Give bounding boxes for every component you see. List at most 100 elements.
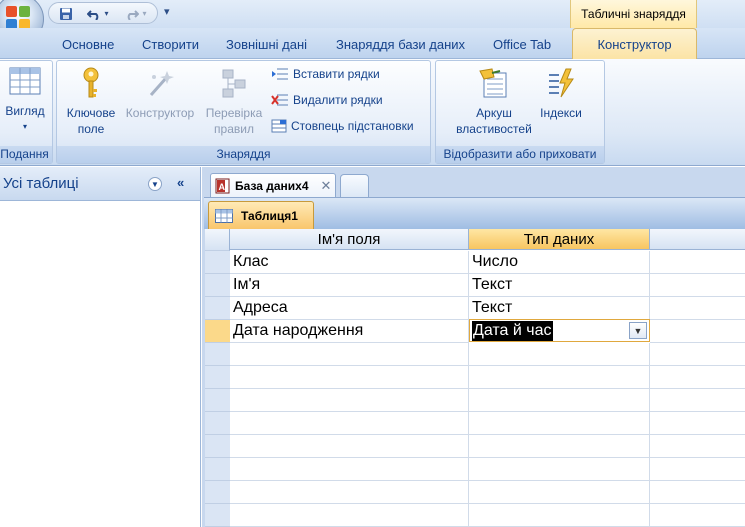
description-cell[interactable] [650,504,745,527]
tab-external-data[interactable]: Зовнішні дані [226,37,307,52]
document-tab[interactable]: A База даних4 ✕ [210,173,336,197]
undo-icon[interactable]: ▾ [81,5,115,22]
delete-rows-label: Видалити рядки [293,93,383,107]
tools-group: Ключове поле Конструктор Перевірка прави… [56,60,431,164]
field-name-cell[interactable]: Клас [230,251,469,274]
data-type-cell[interactable]: Число [469,251,650,274]
row-selector[interactable] [205,458,230,481]
description-cell[interactable] [650,481,745,504]
contextual-tab-group-label: Табличні знаряддя [570,0,697,28]
primary-key-button[interactable]: Ключове поле [61,67,121,137]
select-all-corner[interactable] [205,229,230,251]
description-cell[interactable] [650,435,745,458]
description-cell[interactable] [650,320,745,343]
field-name-cell[interactable] [230,504,469,527]
insert-rows-button[interactable]: Вставити рядки [271,67,380,81]
data-type-cell[interactable] [469,481,650,504]
customize-toolbar-icon[interactable]: ▾ [164,5,170,18]
key-icon [61,67,121,99]
navigation-pane-header[interactable]: Усі таблиці ▼ « [0,167,200,201]
navigation-pane-title: Усі таблиці [3,175,79,192]
test-rules-label-1: Перевірка [205,106,263,120]
row-selector[interactable] [205,366,230,389]
test-rules-icon [201,67,267,99]
data-type-cell[interactable] [469,389,650,412]
row-selector[interactable] [205,435,230,458]
description-cell[interactable] [650,389,745,412]
field-name-cell[interactable] [230,435,469,458]
save-icon[interactable] [57,5,75,22]
builder-button[interactable]: Конструктор [121,67,199,121]
show-hide-group-label: Відобразити або приховати [436,146,604,163]
row-selector[interactable] [205,481,230,504]
navigation-pane: Усі таблиці ▼ « [0,167,201,527]
tab-design[interactable]: Конструктор [572,28,697,60]
property-sheet-icon [446,67,542,99]
chevron-down-icon[interactable]: ▼ [629,322,647,339]
view-button[interactable]: Вигляд ▾ [1,67,49,135]
row-selector[interactable] [205,274,230,297]
row-selector[interactable] [205,320,230,343]
data-type-cell[interactable] [469,366,650,389]
data-type-cell[interactable] [469,435,650,458]
show-hide-group: Аркуш властивостей Індекси Відобразити а… [435,60,605,164]
field-name-cell[interactable] [230,458,469,481]
delete-rows-icon [271,94,288,106]
redo-icon[interactable]: ▾ [119,5,153,22]
description-cell[interactable] [650,458,745,481]
row-selector[interactable] [205,389,230,412]
data-type-cell[interactable] [469,412,650,435]
property-sheet-label-2: властивостей [456,122,532,136]
field-name-cell[interactable]: Адреса [230,297,469,320]
data-type-cell[interactable]: Текст [469,297,650,320]
row-selector[interactable] [205,343,230,366]
property-sheet-button[interactable]: Аркуш властивостей [446,67,542,137]
field-name-cell[interactable] [230,481,469,504]
row-selector[interactable] [205,297,230,320]
close-icon[interactable]: ✕ [321,178,332,194]
lookup-column-label: Стовпець підстановки [291,119,414,133]
tab-create[interactable]: Створити [142,37,199,52]
builder-label: Конструктор [125,106,195,120]
svg-text:A: A [219,182,226,192]
data-type-header: Тип даних [469,229,650,250]
field-name-cell[interactable]: Дата народження [230,320,469,343]
test-validation-button[interactable]: Перевірка правил [201,67,267,137]
table-object-tab[interactable]: Таблиця1 [208,201,314,229]
insert-rows-icon [272,68,288,80]
lookup-column-button[interactable]: Стовпець підстановки [271,119,414,133]
tools-group-label: Знаряддя [57,146,430,163]
data-type-cell[interactable] [469,458,650,481]
access-database-icon: A [215,178,230,193]
delete-rows-button[interactable]: Видалити рядки [271,93,383,107]
new-tab-button[interactable] [340,174,369,197]
field-name-cell[interactable] [230,343,469,366]
tab-home[interactable]: Основне [62,37,114,52]
field-name-cell[interactable] [230,412,469,435]
tab-database-tools[interactable]: Знаряддя бази даних [336,37,465,52]
access-window: ▾ ▾ ▾ Табличні знаряддя Основне Створити… [0,0,745,527]
field-name-cell[interactable] [230,389,469,412]
chevron-down-icon[interactable]: ▼ [148,177,162,191]
field-name-cell[interactable] [230,366,469,389]
primary-key-label-1: Ключове [66,106,116,120]
indexes-label: Індекси [540,106,582,120]
field-name-cell[interactable]: Ім'я [230,274,469,297]
data-type-cell[interactable] [469,504,650,527]
description-cell[interactable] [650,412,745,435]
data-type-combobox[interactable]: Дата й час ▼ [469,319,650,342]
row-selector[interactable] [205,412,230,435]
description-cell[interactable] [650,297,745,320]
description-cell[interactable] [650,251,745,274]
data-type-cell[interactable]: Текст [469,274,650,297]
collapse-pane-icon[interactable]: « [177,175,184,190]
view-button-label: Вигляд [5,104,45,118]
indexes-button[interactable]: Індекси [536,67,586,121]
data-type-cell[interactable] [469,343,650,366]
row-selector[interactable] [205,251,230,274]
tab-office-tab[interactable]: Office Tab [493,37,551,52]
description-cell[interactable] [650,274,745,297]
row-selector[interactable] [205,504,230,527]
description-cell[interactable] [650,366,745,389]
description-cell[interactable] [650,343,745,366]
